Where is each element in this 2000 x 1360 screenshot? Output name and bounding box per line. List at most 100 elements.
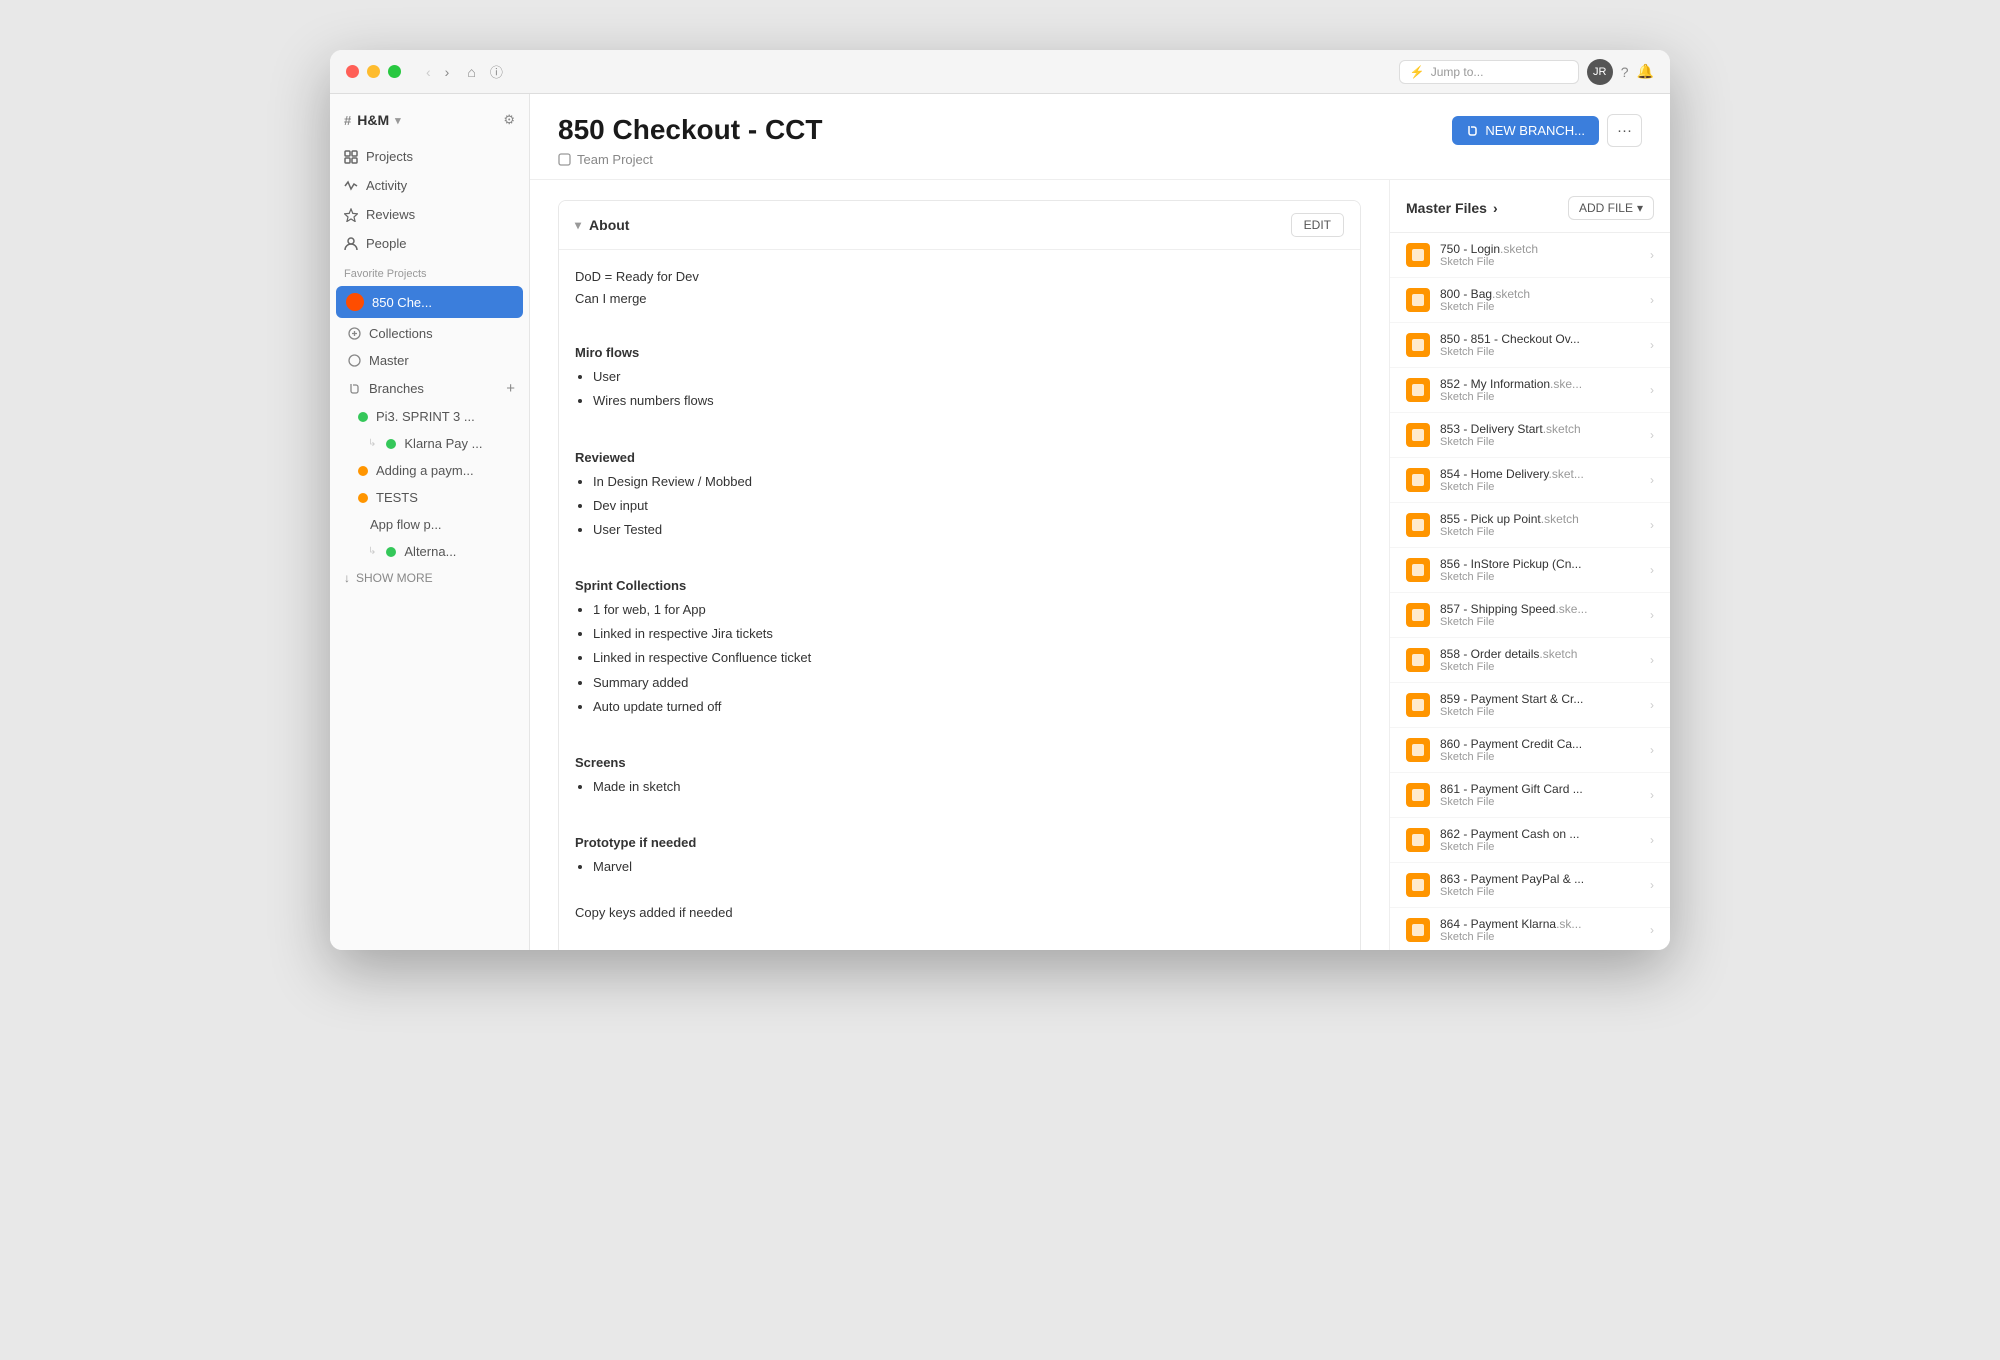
back-button[interactable]: ‹ — [421, 62, 436, 82]
file-item-800[interactable]: 800 - Bag.sketch Sketch File › — [1390, 278, 1670, 323]
notifications-button[interactable]: 🔔 — [1637, 63, 1654, 80]
file-item-854[interactable]: 854 - Home Delivery.sket... Sketch File … — [1390, 458, 1670, 503]
file-item-853[interactable]: 853 - Delivery Start.sketch Sketch File … — [1390, 413, 1670, 458]
file-info-800: 800 - Bag.sketch Sketch File — [1440, 287, 1644, 313]
sidebar-item-reviews[interactable]: Reviews — [330, 200, 529, 229]
file-name-864: 864 - Payment Klarna.sk... — [1440, 917, 1644, 931]
pi3-sprint3-label: Pi3. SPRINT 3 ... — [376, 409, 475, 424]
edit-button[interactable]: EDIT — [1291, 213, 1344, 237]
file-item-860[interactable]: 860 - Payment Credit Ca... Sketch File › — [1390, 728, 1670, 773]
team-project-label: Team Project — [558, 152, 823, 167]
file-icon-850 — [1406, 333, 1430, 357]
file-item-750[interactable]: 750 - Login.sketch Sketch File › — [1390, 233, 1670, 278]
file-item-864[interactable]: 864 - Payment Klarna.sk... Sketch File › — [1390, 908, 1670, 950]
info-button[interactable]: ⓘ — [485, 60, 508, 83]
file-type-860: Sketch File — [1440, 751, 1644, 763]
help-button[interactable]: ? — [1621, 64, 1629, 80]
branch-status-dot — [358, 493, 368, 503]
file-chevron-850: › — [1650, 338, 1654, 352]
add-branch-icon[interactable]: + — [506, 380, 515, 397]
file-type-850: Sketch File — [1440, 346, 1644, 358]
collapse-icon[interactable]: ▾ — [575, 218, 581, 232]
file-type-861: Sketch File — [1440, 796, 1644, 808]
forward-button[interactable]: › — [440, 62, 455, 82]
file-chevron-854: › — [1650, 473, 1654, 487]
sidebar-item-master[interactable]: Master — [330, 347, 529, 374]
klarna-pay-label: Klarna Pay ... — [404, 436, 482, 451]
traffic-lights — [346, 65, 401, 78]
sidebar-item-people[interactable]: People — [330, 229, 529, 258]
file-icon-853 — [1406, 423, 1430, 447]
prototype-item-marvel: Marvel — [593, 856, 1344, 878]
file-icon-861 — [1406, 783, 1430, 807]
master-files-title[interactable]: Master Files › — [1406, 200, 1498, 216]
home-button[interactable]: ⌂ — [462, 62, 480, 82]
sidebar-item-tests[interactable]: TESTS — [330, 484, 529, 511]
sidebar-item-active-project[interactable]: 850 Che... — [336, 286, 523, 318]
user-avatar[interactable]: JR — [1587, 59, 1613, 85]
content-area: ▾ About EDIT DoD = Ready for Dev Can I m… — [530, 180, 1670, 950]
sidebar-item-alterna[interactable]: ↳ Alterna... — [330, 538, 529, 565]
file-type-858: Sketch File — [1440, 661, 1644, 673]
file-type-862: Sketch File — [1440, 841, 1644, 853]
sidebar-item-activity[interactable]: Activity — [330, 171, 529, 200]
activity-icon — [344, 179, 358, 193]
master-icon — [348, 354, 361, 367]
sidebar-item-branches[interactable]: Branches + — [330, 374, 529, 403]
sidebar-item-adding-paym[interactable]: Adding a paym... — [330, 457, 529, 484]
file-icon-860 — [1406, 738, 1430, 762]
branch-icon — [348, 382, 361, 395]
file-name-800: 800 - Bag.sketch — [1440, 287, 1644, 301]
maximize-button[interactable] — [388, 65, 401, 78]
filter-icon[interactable]: ⚙ — [503, 112, 515, 128]
close-button[interactable] — [346, 65, 359, 78]
file-name-856: 856 - InStore Pickup (Cn... — [1440, 557, 1644, 571]
file-info-852: 852 - My Information.ske... Sketch File — [1440, 377, 1644, 403]
file-item-852[interactable]: 852 - My Information.ske... Sketch File … — [1390, 368, 1670, 413]
file-info-853: 853 - Delivery Start.sketch Sketch File — [1440, 422, 1644, 448]
minimize-button[interactable] — [367, 65, 380, 78]
nav-arrows: ‹ › — [421, 62, 454, 82]
sidebar-item-collections[interactable]: Collections — [330, 320, 529, 347]
brand-name[interactable]: # H&M ▾ — [344, 112, 401, 128]
miro-item-user: User — [593, 366, 1344, 388]
project-dot-icon — [346, 293, 364, 311]
file-item-856[interactable]: 856 - InStore Pickup (Cn... Sketch File … — [1390, 548, 1670, 593]
sidebar-item-app-flow[interactable]: App flow p... — [330, 511, 529, 538]
more-options-button[interactable]: ··· — [1607, 114, 1642, 147]
sidebar-item-projects[interactable]: Projects — [330, 142, 529, 171]
file-item-858[interactable]: 858 - Order details.sketch Sketch File › — [1390, 638, 1670, 683]
file-info-856: 856 - InStore Pickup (Cn... Sketch File — [1440, 557, 1644, 583]
add-file-button[interactable]: ADD FILE ▾ — [1568, 196, 1654, 220]
sprint-item-5: Auto update turned off — [593, 696, 1344, 718]
sidebar-item-pi3-sprint3[interactable]: Pi3. SPRINT 3 ... — [330, 403, 529, 430]
file-item-862[interactable]: 862 - Payment Cash on ... Sketch File › — [1390, 818, 1670, 863]
about-line-miro: Miro flows — [575, 342, 1344, 364]
file-item-863[interactable]: 863 - Payment PayPal & ... Sketch File › — [1390, 863, 1670, 908]
sidebar-item-klarna-pay[interactable]: ↳ Klarna Pay ... — [330, 430, 529, 457]
person-icon — [344, 237, 358, 251]
file-info-854: 854 - Home Delivery.sket... Sketch File — [1440, 467, 1644, 493]
file-list: 750 - Login.sketch Sketch File › 800 - B… — [1390, 233, 1670, 950]
file-item-855[interactable]: 855 - Pick up Point.sketch Sketch File › — [1390, 503, 1670, 548]
file-name-855: 855 - Pick up Point.sketch — [1440, 512, 1644, 526]
file-chevron-800: › — [1650, 293, 1654, 307]
file-item-857[interactable]: 857 - Shipping Speed.ske... Sketch File … — [1390, 593, 1670, 638]
file-name-850: 850 - 851 - Checkout Ov... — [1440, 332, 1644, 346]
file-item-850[interactable]: 850 - 851 - Checkout Ov... Sketch File › — [1390, 323, 1670, 368]
about-title-text: About — [589, 217, 629, 233]
new-branch-button[interactable]: NEW BRANCH... — [1452, 116, 1599, 145]
people-label: People — [366, 236, 406, 251]
show-more-button[interactable]: ↓ SHOW MORE — [330, 565, 529, 591]
sprint-item-3: Linked in respective Confluence ticket — [593, 647, 1344, 669]
jump-to-input[interactable]: ⚡ Jump to... — [1399, 60, 1579, 84]
file-chevron-862: › — [1650, 833, 1654, 847]
file-info-863: 863 - Payment PayPal & ... Sketch File — [1440, 872, 1644, 898]
file-info-858: 858 - Order details.sketch Sketch File — [1440, 647, 1644, 673]
about-line-reviewed: Reviewed — [575, 447, 1344, 469]
add-file-label: ADD FILE — [1579, 201, 1633, 215]
activity-label: Activity — [366, 178, 407, 193]
file-item-861[interactable]: 861 - Payment Gift Card ... Sketch File … — [1390, 773, 1670, 818]
file-item-859[interactable]: 859 - Payment Start & Cr... Sketch File … — [1390, 683, 1670, 728]
reviewed-item-user-tested: User Tested — [593, 519, 1344, 541]
